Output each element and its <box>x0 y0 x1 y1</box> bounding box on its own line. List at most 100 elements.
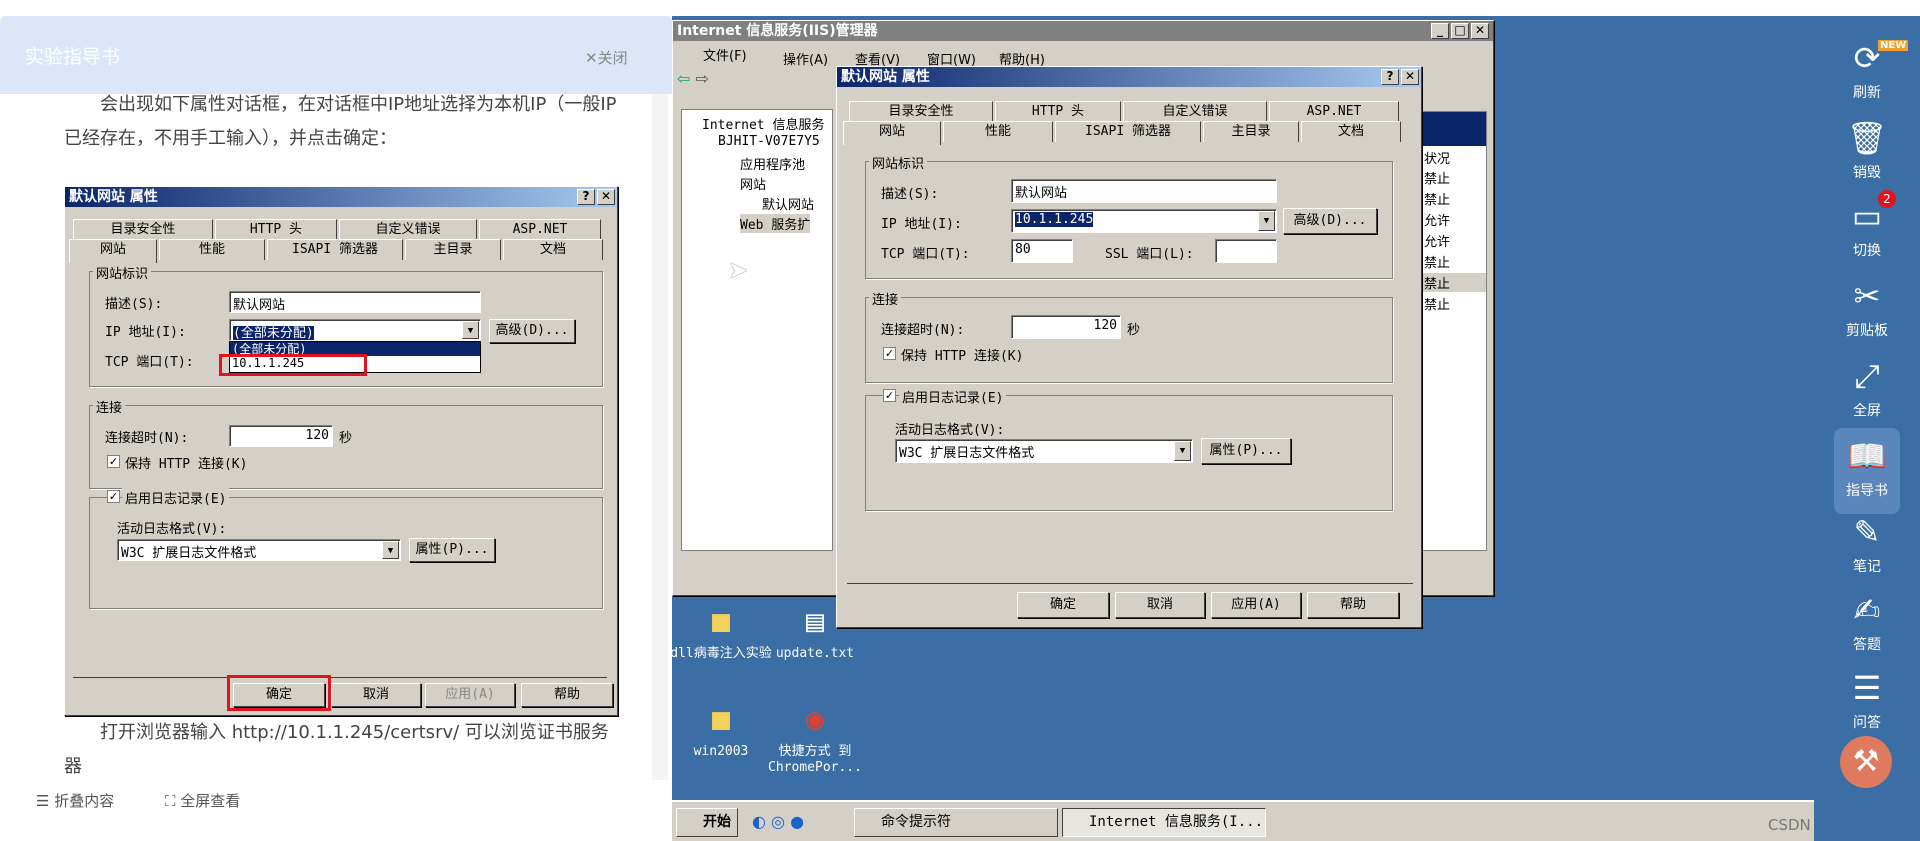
status-pane[interactable]: 状况 禁止 禁止 允许 允许 禁止 禁止 禁止 <box>1421 111 1487 551</box>
desktop-icon-file[interactable]: ▤ update.txt <box>760 604 870 662</box>
tab-aspnet[interactable]: ASP.NET <box>1269 101 1399 122</box>
sidebar-item-qa[interactable]: ☰ 问答 <box>1814 668 1920 732</box>
status-header: 状况 <box>1424 152 1451 167</box>
desc-input[interactable]: 默认网站 <box>1011 179 1277 203</box>
sidebar-label: 剪贴板 <box>1846 323 1888 339</box>
tree-item[interactable]: Web 服务扩 <box>740 214 811 233</box>
ok-button[interactable]: 确定 <box>1017 592 1109 618</box>
desktop-icon-label: win2003 <box>693 744 749 759</box>
group-label: 连接 <box>93 397 126 416</box>
tab-aspnet: ASP.NET <box>479 219 601 240</box>
iis-title: Internet 信息服务(IIS)管理器 <box>677 23 878 39</box>
notification-badge: 2 <box>1878 190 1896 208</box>
cursor-icon: ➤ <box>728 256 749 284</box>
tab-body-bottom <box>847 583 1413 584</box>
new-tag: NEW <box>1878 40 1909 51</box>
seconds-label: 秒 <box>339 431 353 446</box>
dialog-screenshot-left: 默认网站 属性 ? ✕ 目录安全性 HTTP 头 自定义错误 ASP.NET 网… <box>64 186 618 716</box>
tab-performance: 性能 <box>159 239 265 260</box>
dialog-titlebar: 默认网站 属性 <box>65 187 617 207</box>
sidebar-item-notes[interactable]: ✎ 笔记 <box>1814 512 1920 576</box>
ssl-port-input[interactable] <box>1215 239 1277 263</box>
guide-close-button[interactable]: ✕关闭 <box>585 47 628 68</box>
menu-action[interactable]: 操作(A) <box>783 49 828 68</box>
sidebar-label: 切换 <box>1853 243 1881 259</box>
fullscreen-view-button[interactable]: ⛶ 全屏查看 <box>165 790 240 811</box>
help-title-button: ? <box>577 189 595 205</box>
minimize-icon[interactable]: _ <box>1431 23 1449 39</box>
tab-isapi[interactable]: ISAPI 筛选器 <box>1055 121 1201 142</box>
apply-button[interactable]: 应用(A) <box>1211 592 1301 618</box>
tab-dir-security[interactable]: 目录安全性 <box>849 101 993 122</box>
status-cell: 允许 <box>1424 214 1451 229</box>
advanced-button[interactable]: 高级(D)... <box>1283 208 1377 234</box>
props-button[interactable]: 属性(P)... <box>1201 438 1291 464</box>
status-cell: 禁止 <box>1424 172 1451 187</box>
tab-custom-errors: 自定义错误 <box>339 219 477 240</box>
keepalive-checkbox[interactable]: ✓ <box>883 347 896 360</box>
desktop-icon-label: dll病毒注入实验 <box>670 646 772 661</box>
forward-icon[interactable]: ⇨ <box>696 69 709 88</box>
tab-home-dir[interactable]: 主目录 <box>1203 121 1299 142</box>
tab-website: 网站 <box>69 239 157 263</box>
close-icon[interactable]: ✕ <box>1471 23 1489 39</box>
guide-scrollbar[interactable] <box>652 94 668 780</box>
sidebar-item-fullscreen[interactable]: ⤢ 全屏 <box>1814 356 1920 420</box>
cancel-button[interactable]: 取消 <box>1115 592 1205 618</box>
tab-documents[interactable]: 文档 <box>1301 121 1401 142</box>
timeout-input[interactable]: 120 <box>1011 315 1121 339</box>
switch-icon: ▭ <box>1851 197 1883 235</box>
tools-icon[interactable]: ⚒ <box>1840 736 1892 788</box>
ip-label: IP 地址(I): <box>881 217 962 232</box>
logging-checkbox[interactable]: ✓ <box>883 389 896 402</box>
sidebar-item-switch[interactable]: ▭ 切换 <box>1814 196 1920 260</box>
status-cell: 禁止 <box>1424 256 1451 271</box>
tree-item[interactable]: 应用程序池 <box>740 154 805 173</box>
properties-dialog[interactable]: 默认网站 属性 ? ✕ 目录安全性 HTTP 头 自定义错误 ASP.NET 网… <box>836 66 1422 628</box>
tab-custom-errors[interactable]: 自定义错误 <box>1123 101 1267 122</box>
ip-select[interactable]: 10.1.1.245 ▼ <box>1011 209 1277 233</box>
pen-icon: ✎ <box>1853 513 1881 551</box>
tab-http-header[interactable]: HTTP 头 <box>995 101 1121 122</box>
sidebar-item-clipboard[interactable]: ✂ 剪贴板 <box>1814 276 1920 340</box>
tab-body-bottom <box>73 677 607 678</box>
sidebar-label: 问答 <box>1853 715 1881 731</box>
ip-select-value: 10.1.1.245 <box>1015 212 1094 227</box>
chevron-down-icon[interactable]: ▼ <box>1258 211 1275 231</box>
help-icon[interactable]: ? <box>1381 69 1399 85</box>
task-cmd[interactable]: 命令提示符 <box>854 808 1058 837</box>
desktop-icon-shortcut[interactable]: ◉ 快捷方式 到 ChromePor... <box>760 702 870 776</box>
sidebar-item-guide[interactable]: 📖 指导书 <box>1814 436 1920 500</box>
tab-http-header: HTTP 头 <box>215 219 337 240</box>
menu-file[interactable]: 文件(F) <box>703 49 747 64</box>
tree-item[interactable]: 默认网站 <box>762 194 814 213</box>
highlight-box <box>227 675 331 711</box>
sidebar-label: 刷新 <box>1853 85 1881 101</box>
toolbar: ⇦ ⇨ <box>677 69 837 95</box>
close-icon[interactable]: ✕ <box>1401 69 1419 85</box>
fold-content-button[interactable]: ☰ 折叠内容 <box>36 790 114 811</box>
tab-dir-security: 目录安全性 <box>73 219 213 240</box>
tab-website[interactable]: 网站 <box>843 121 941 145</box>
tree-item[interactable]: 网站 <box>740 174 766 193</box>
tcp-port-input[interactable]: 80 <box>1011 239 1073 263</box>
chevron-down-icon[interactable]: ▼ <box>1174 441 1191 461</box>
keepalive-checkbox: ✓ <box>107 455 120 468</box>
maximize-icon[interactable]: □ <box>1451 23 1469 39</box>
tree-item[interactable]: Internet 信息服务 <box>702 114 824 133</box>
tree-pane[interactable]: Internet 信息服务 BJHIT-V07E7Y5 应用程序池 网站 默认网… <box>681 109 833 551</box>
task-iis[interactable]: Internet 信息服务(I... <box>1062 808 1266 837</box>
start-button[interactable]: 开始 <box>676 808 738 837</box>
group-label: 连接 <box>869 289 902 308</box>
chrome-icon: ◉ <box>805 702 825 737</box>
help-button[interactable]: 帮助 <box>1307 592 1399 618</box>
tab-performance[interactable]: 性能 <box>943 121 1053 142</box>
status-pane-header <box>1422 112 1486 146</box>
sidebar-label: 答题 <box>1853 637 1881 653</box>
seconds-label: 秒 <box>1127 323 1141 338</box>
sidebar-item-quiz[interactable]: ✍ 答题 <box>1814 590 1920 654</box>
tree-item[interactable]: BJHIT-V07E7Y5 <box>718 134 820 149</box>
back-icon[interactable]: ⇦ <box>677 69 690 88</box>
sidebar-item-destroy[interactable]: 🗑 销毁 <box>1814 118 1920 182</box>
logfmt-select[interactable]: W3C 扩展日志文件格式 ▼ <box>895 439 1193 463</box>
